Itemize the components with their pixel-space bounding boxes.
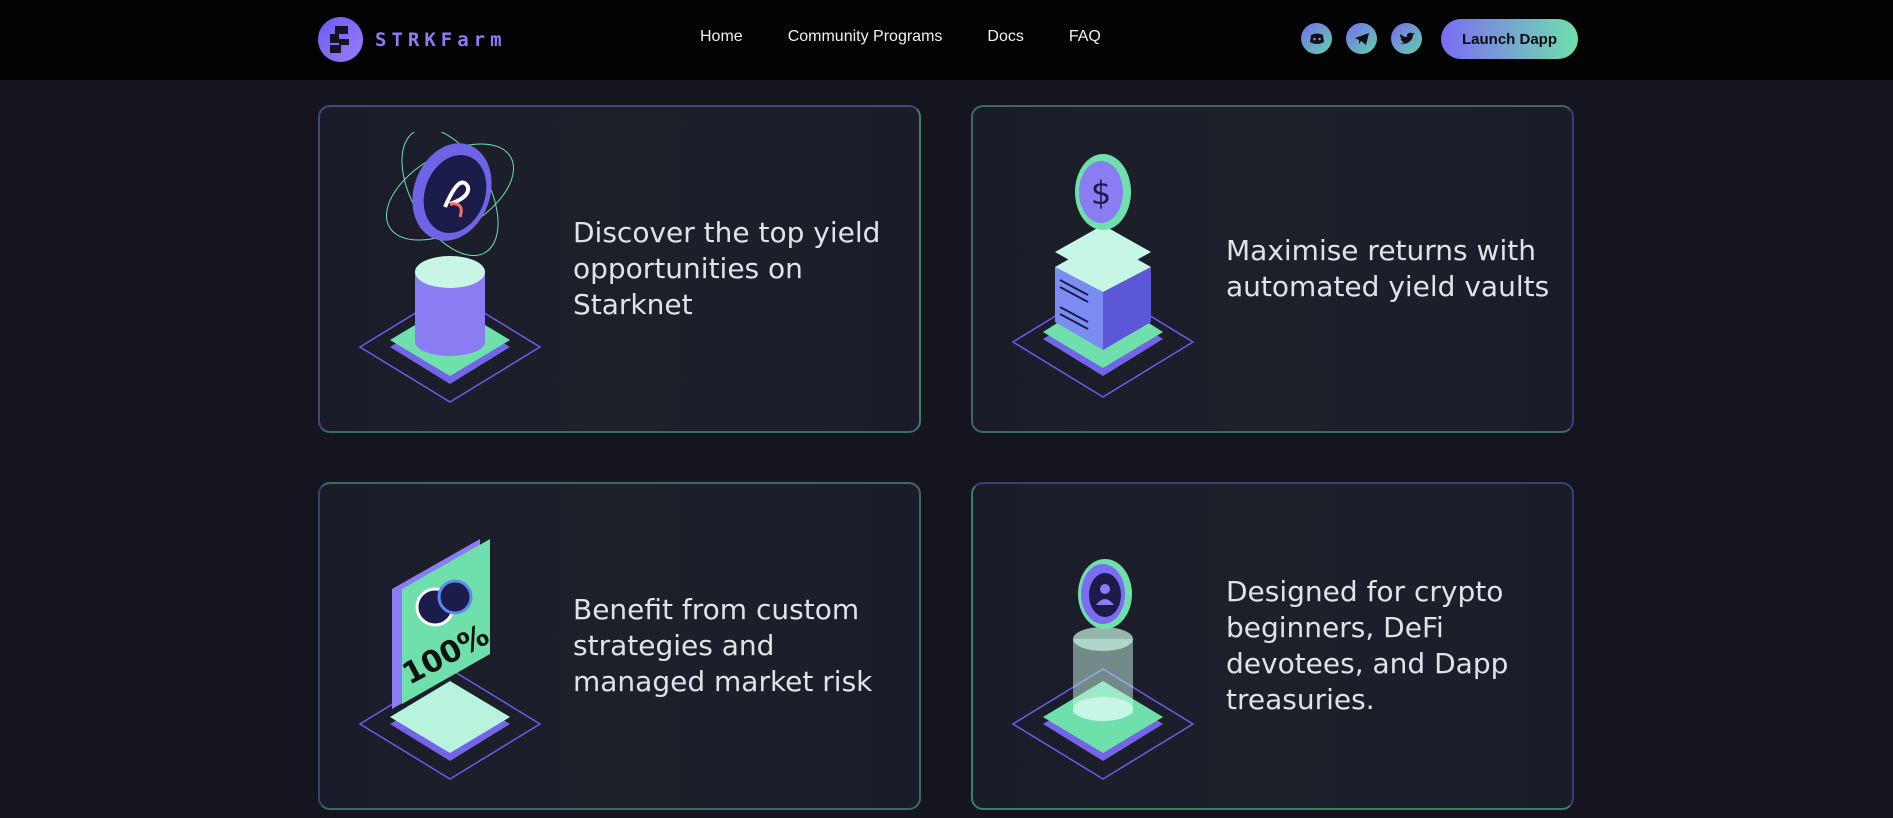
social-links xyxy=(1301,23,1436,54)
logo[interactable]: STRKFarm xyxy=(318,17,507,62)
percent-card-illustration: 100% xyxy=(358,539,542,780)
feature-card-benefit: 100% Benefit from custom strategies and … xyxy=(318,482,921,810)
twitter-icon[interactable] xyxy=(1391,23,1422,54)
feature-text: Benefit from custom strategies and manag… xyxy=(573,593,873,698)
dollar-server-illustration: $ xyxy=(1011,154,1195,398)
nav-community-programs[interactable]: Community Programs xyxy=(788,28,943,46)
orbiting-coin-illustration xyxy=(358,132,542,403)
feature-text: Discover the top yield opportunities on … xyxy=(573,216,881,321)
logo-text: STRKFarm xyxy=(375,28,507,51)
launch-dapp-button[interactable]: Launch Dapp xyxy=(1441,19,1578,59)
nav-docs[interactable]: Docs xyxy=(987,28,1023,46)
top-navbar: STRKFarm Home Community Programs Docs FA… xyxy=(0,0,1893,80)
strkfarm-logo-icon xyxy=(318,17,363,62)
svg-text:$: $ xyxy=(1091,174,1111,212)
feature-text: Maximise returns with automated yield va… xyxy=(1226,234,1550,303)
feature-card-discover: Discover the top yield opportunities on … xyxy=(318,105,921,433)
main-nav: Home Community Programs Docs FAQ xyxy=(700,28,1146,46)
feature-card-maximise: $ Maximise returns with automated yield … xyxy=(971,105,1574,433)
nav-faq[interactable]: FAQ xyxy=(1069,28,1101,46)
discord-icon[interactable] xyxy=(1301,23,1332,54)
nav-home[interactable]: Home xyxy=(700,28,743,46)
user-coin-illustration xyxy=(1011,559,1195,780)
telegram-icon[interactable] xyxy=(1346,23,1377,54)
feature-card-designed: Designed for crypto beginners, DeFi devo… xyxy=(971,482,1574,810)
feature-text: Designed for crypto beginners, DeFi devo… xyxy=(1226,575,1509,716)
